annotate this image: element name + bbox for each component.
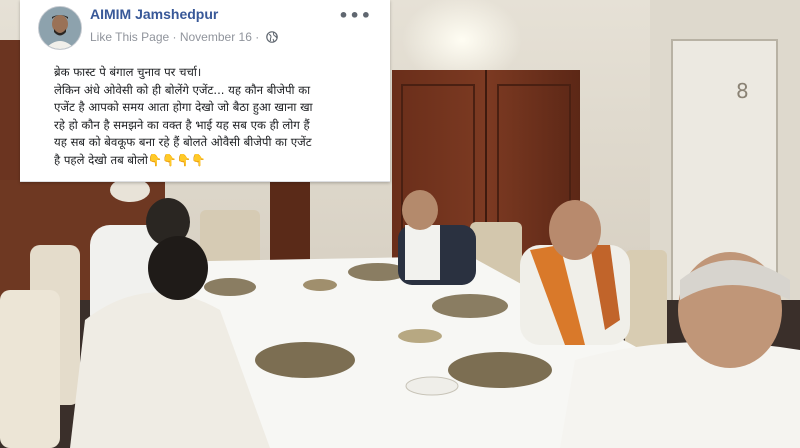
like-page-link[interactable]: Like This Page — [90, 30, 169, 44]
chair — [625, 250, 667, 360]
post-text-line: रहे हो कौन है समझने का वक्त है भाई यह सब… — [54, 117, 310, 132]
post-text-line: है पहले देखो तब बोलो👇👇👇👇 — [54, 152, 206, 167]
chair — [0, 290, 60, 448]
post-text-line: यह सब को बेवकूफ बना रहे हैं बोलते ओवैसी … — [54, 135, 312, 149]
meta-separator: · — [169, 30, 180, 44]
door-number: 8 — [736, 79, 749, 103]
facebook-post-card: AIMIM Jamshedpur Like This Page · Novemb… — [20, 0, 390, 182]
post-text-line: लेकिन अंधे ओवेसी को ही बोलेंगे एजेंट... … — [54, 82, 311, 97]
page-name-link[interactable]: AIMIM Jamshedpur — [90, 6, 218, 22]
door-frame-left — [270, 182, 310, 262]
globe-icon — [265, 31, 278, 43]
meta-separator: · — [251, 30, 263, 44]
avatar-portrait-icon — [39, 7, 81, 49]
post-meta: Like This Page · November 16 · — [90, 30, 278, 44]
page-avatar[interactable] — [38, 6, 82, 50]
post-text-line: एजेंट है आपको समय आता होगा देखो जो बैठा … — [54, 100, 313, 114]
more-options-icon[interactable]: ••• — [338, 6, 372, 25]
post-text-line: ब्रेक फास्ट पे बंगाल चुनाव पर चर्चा। — [54, 65, 202, 79]
post-header: AIMIM Jamshedpur Like This Page · Novemb… — [20, 0, 390, 56]
post-date[interactable]: November 16 — [180, 30, 252, 44]
post-body-text: ब्रेक फास्ट पे बंगाल चुनाव पर चर्चा। लेक… — [54, 64, 386, 169]
